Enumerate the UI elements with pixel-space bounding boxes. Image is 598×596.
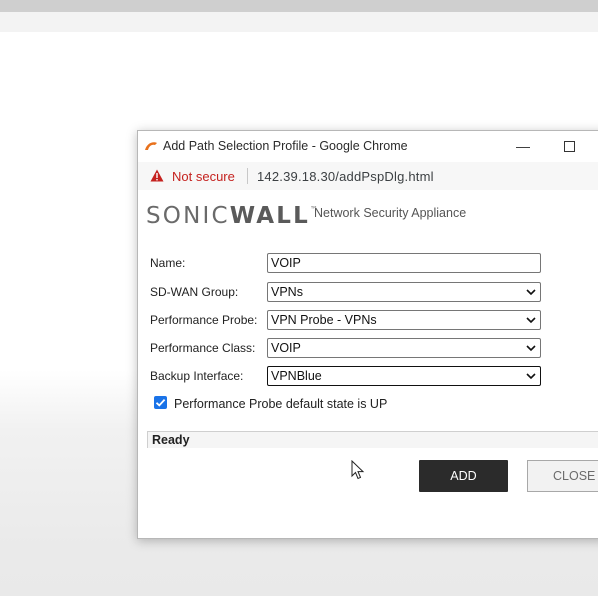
sdwan-group-label: SD-WAN Group:	[150, 285, 239, 299]
maximize-icon[interactable]	[564, 141, 575, 152]
popup-window: Add Path Selection Profile - Google Chro…	[137, 130, 598, 539]
sdwan-group-select[interactable]: VPNs	[267, 282, 541, 302]
address-separator	[247, 168, 248, 184]
chevron-down-icon	[526, 373, 536, 380]
not-secure-label[interactable]: Not secure	[172, 169, 235, 184]
logo-text-right: WALL	[229, 203, 311, 229]
probe-default-up-label[interactable]: Performance Probe default state is UP	[174, 397, 387, 411]
performance-class-select[interactable]: VOIP	[267, 338, 541, 358]
chevron-down-icon	[526, 289, 536, 296]
window-titlebar[interactable]: Add Path Selection Profile - Google Chro…	[138, 131, 598, 162]
address-bar: Not secure 142.39.18.30/addPspDlg.html	[138, 162, 598, 190]
product-name: Network Security Appliance	[314, 206, 467, 220]
name-input[interactable]: VOIP	[267, 253, 541, 273]
backup-interface-select[interactable]: VPNBlue	[267, 366, 541, 386]
performance-probe-value: VPN Probe - VPNs	[271, 313, 377, 327]
background-strip	[0, 12, 598, 32]
checkmark-icon	[155, 398, 166, 407]
name-input-value: VOIP	[271, 256, 301, 270]
close-button[interactable]: CLOSE	[527, 460, 598, 492]
sonicwall-logo: SONICWALL™	[146, 203, 318, 229]
status-text: Ready	[152, 433, 190, 447]
warning-icon	[150, 169, 164, 182]
logo-text-left: SONIC	[146, 203, 230, 229]
sdwan-group-value: VPNs	[271, 285, 303, 299]
probe-default-up-checkbox[interactable]	[154, 396, 167, 409]
chevron-down-icon	[526, 317, 536, 324]
performance-probe-select[interactable]: VPN Probe - VPNs	[267, 310, 541, 330]
performance-class-value: VOIP	[271, 341, 301, 355]
window-title: Add Path Selection Profile - Google Chro…	[163, 139, 408, 153]
chrome-app-icon	[145, 142, 157, 150]
performance-probe-label: Performance Probe:	[150, 313, 258, 327]
name-label: Name:	[150, 256, 186, 270]
backup-interface-label: Backup Interface:	[150, 369, 244, 383]
mouse-cursor-icon	[351, 460, 365, 480]
url-text[interactable]: 142.39.18.30/addPspDlg.html	[257, 169, 434, 184]
background-top-bar	[0, 0, 598, 12]
status-bar: Ready	[147, 431, 598, 448]
add-button[interactable]: ADD	[419, 460, 508, 492]
backup-interface-value: VPNBlue	[271, 369, 322, 383]
chevron-down-icon	[526, 345, 536, 352]
performance-class-label: Performance Class:	[150, 341, 256, 355]
minimize-icon[interactable]: —	[516, 137, 530, 155]
